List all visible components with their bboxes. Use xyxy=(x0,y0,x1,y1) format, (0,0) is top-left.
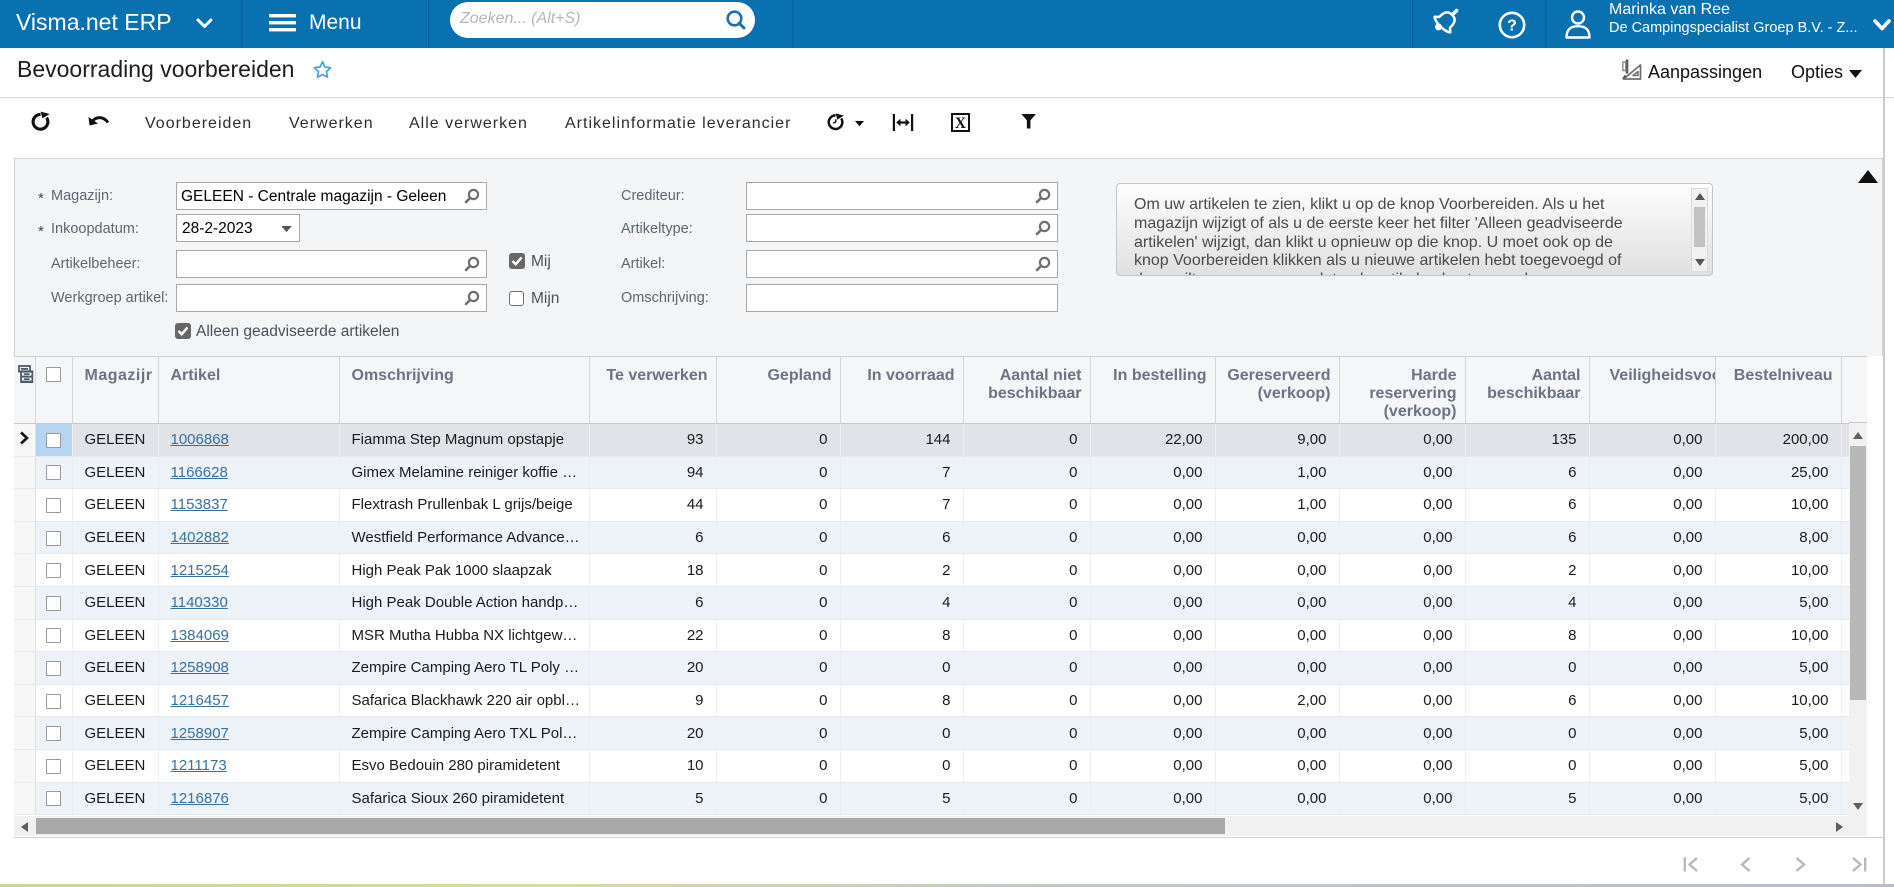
svg-text:?: ? xyxy=(1507,18,1517,35)
svg-text:X: X xyxy=(955,115,967,132)
